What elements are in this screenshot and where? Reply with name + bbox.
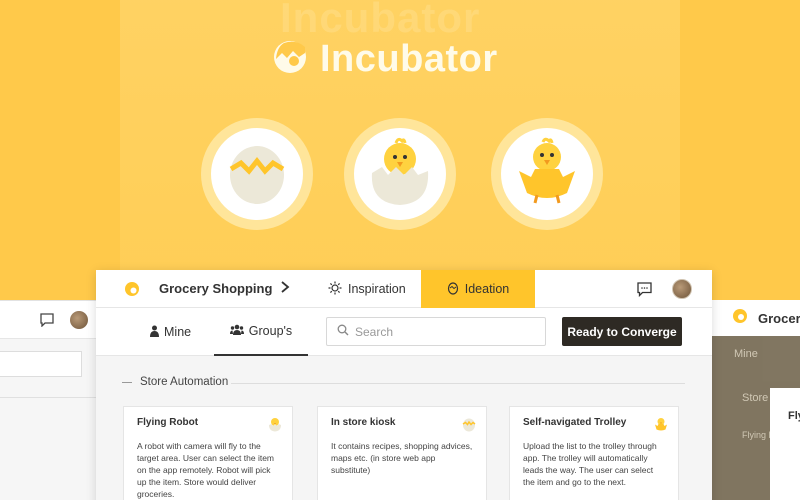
hero-ghost-title: Incubator	[280, 0, 481, 41]
background-tab-mine: Mine	[734, 348, 758, 360]
card-title: Self-navigated Trolley	[523, 417, 627, 428]
chat-icon	[40, 313, 54, 332]
background-card: Fly	[770, 388, 800, 500]
idea-card[interactable]: Flying Robot A robot with camera will fl…	[123, 406, 293, 500]
brand-title: Incubator	[320, 38, 498, 80]
person-icon	[150, 325, 159, 340]
app-window: Grocery Shopping Inspiration Ideation Mi…	[96, 270, 712, 500]
project-title[interactable]: Grocery Shopping	[159, 281, 272, 296]
egg-cracking-icon	[462, 417, 476, 437]
card-title: In store kiosk	[331, 417, 396, 428]
tab-label: Inspiration	[348, 282, 406, 296]
card-description: Upload the list to the trolley through a…	[523, 441, 657, 487]
chick-hatched-icon	[515, 137, 579, 212]
background-window-right: Grocery Mine Store Flying R Fly	[712, 300, 800, 500]
egg-icon	[447, 281, 459, 298]
tab-label: Ideation	[464, 282, 510, 296]
incubator-logo-icon	[272, 39, 308, 80]
search-icon	[337, 323, 349, 341]
ready-to-converge-button[interactable]: Ready to Converge	[562, 317, 682, 346]
background-search-input	[0, 351, 82, 377]
brand: Incubator	[272, 38, 498, 81]
background-project-title: Grocery	[758, 310, 800, 326]
incubator-logo-icon[interactable]	[124, 281, 140, 302]
stage-egg-circle	[201, 118, 313, 230]
user-avatar[interactable]	[672, 279, 692, 299]
card-title: Flying Robot	[137, 417, 199, 428]
tab-label: Group's	[248, 324, 293, 338]
tab-ideation[interactable]: Ideation	[421, 270, 535, 308]
card-description: It contains recipes, shopping advices, m…	[331, 441, 473, 475]
chevron-right-icon[interactable]	[280, 280, 290, 297]
divider	[0, 397, 96, 398]
divider	[231, 383, 685, 384]
background-card-title: Fly	[788, 410, 800, 422]
idea-card[interactable]: Self-navigated Trolley Upload the list t…	[509, 406, 679, 500]
sun-icon	[328, 281, 342, 298]
stage-hatched-circle	[491, 118, 603, 230]
background-window-left	[0, 300, 96, 500]
chick-hatching-icon	[268, 417, 282, 437]
divider	[122, 381, 132, 383]
avatar	[70, 311, 88, 329]
search-box[interactable]	[326, 317, 546, 346]
tab-inspiration[interactable]: Inspiration	[328, 270, 406, 308]
group-icon	[229, 324, 244, 338]
top-bar: Grocery Shopping Inspiration Ideation	[96, 270, 712, 308]
chat-icon[interactable]	[637, 282, 652, 302]
tab-label: Mine	[164, 325, 192, 339]
stage-hatching-circle	[344, 118, 456, 230]
egg-cracking-icon	[227, 139, 287, 210]
background-section: Store	[742, 392, 769, 404]
incubator-logo-icon	[732, 308, 748, 329]
search-input[interactable]	[355, 324, 535, 339]
section-title: Store Automation	[140, 376, 229, 388]
tab-groups[interactable]: Group's	[214, 308, 308, 356]
sub-bar: Mine Group's Ready to Converge	[96, 308, 712, 356]
tab-mine[interactable]: Mine	[150, 308, 191, 356]
card-description: A robot with camera will fly to the targ…	[137, 441, 275, 499]
section-header: Store Automation	[122, 376, 228, 388]
idea-card[interactable]: In store kiosk It contains recipes, shop…	[317, 406, 487, 500]
chick-hatching-icon	[368, 137, 432, 212]
chick-hatched-icon	[654, 417, 668, 437]
